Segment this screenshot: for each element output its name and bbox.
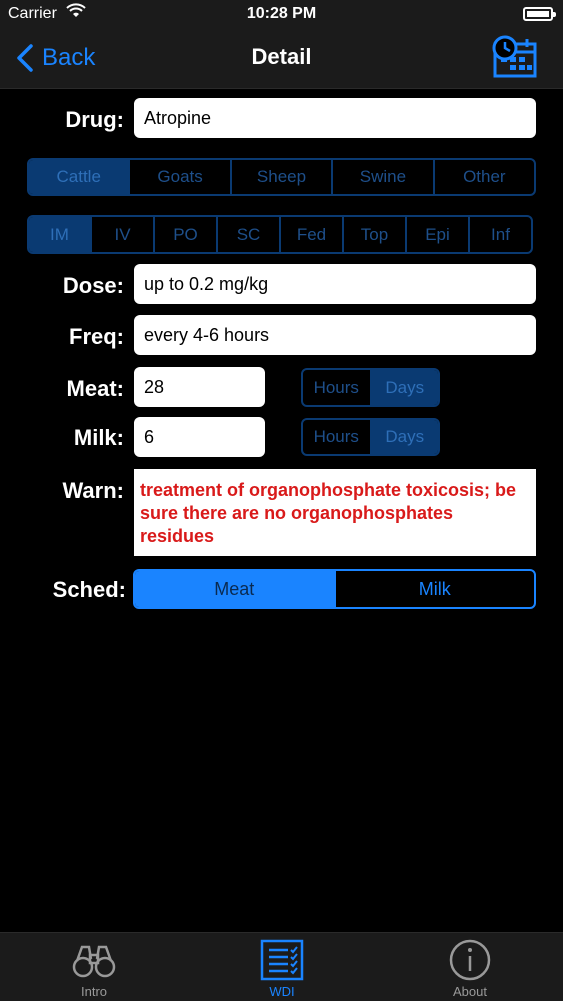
route-option-top[interactable]: Top	[342, 217, 405, 252]
navigation-bar: Back Detail	[0, 30, 563, 89]
milk-label: Milk:	[73, 425, 124, 450]
species-option-other[interactable]: Other	[432, 160, 534, 194]
tab-about[interactable]: About	[376, 933, 563, 1001]
species-option-swine[interactable]: Swine	[331, 160, 432, 194]
warn-label: Warn:	[62, 478, 124, 503]
meat-unit-option-days[interactable]: Days	[369, 370, 438, 405]
battery-icon	[523, 7, 556, 21]
milk-unit-segmented-control: Hours Days	[301, 418, 440, 456]
route-option-iv[interactable]: IV	[90, 217, 153, 252]
binoculars-icon	[72, 945, 116, 978]
sched-label: Sched:	[52, 577, 126, 602]
tab-about-label: About	[453, 984, 487, 999]
back-button[interactable]: Back	[14, 40, 95, 76]
status-bar: Carrier 10:28 PM	[0, 0, 563, 30]
species-option-goats[interactable]: Goats	[128, 160, 229, 194]
meat-withdrawal-field[interactable]	[134, 367, 265, 407]
tab-intro-label: Intro	[80, 984, 107, 999]
species-option-sheep[interactable]: Sheep	[229, 160, 331, 194]
freq-label: Freq:	[69, 324, 124, 349]
checklist-icon	[260, 939, 304, 981]
clock: 10:28 PM	[246, 5, 317, 22]
route-segmented-control: IM IV PO SC Fed Top Epi Inf	[27, 215, 533, 254]
drug-label: Drug:	[65, 107, 124, 132]
dose-label: Dose:	[62, 273, 124, 298]
tab-bar: Intro WDI About	[0, 932, 563, 1001]
route-option-po[interactable]: PO	[153, 217, 216, 252]
dose-field[interactable]	[134, 264, 536, 304]
info-icon	[449, 939, 491, 981]
milk-withdrawal-field[interactable]	[134, 417, 265, 457]
tab-intro[interactable]: Intro	[0, 933, 188, 1001]
route-option-epi[interactable]: Epi	[405, 217, 468, 252]
meat-unit-option-hours[interactable]: Hours	[303, 370, 370, 405]
route-option-sc[interactable]: SC	[216, 217, 279, 252]
schedule-segmented-control: Meat Milk	[133, 569, 536, 609]
meat-label: Meat:	[66, 376, 124, 401]
schedule-option-milk[interactable]: Milk	[333, 571, 535, 607]
route-option-inf[interactable]: Inf	[468, 217, 531, 252]
chevron-left-icon	[17, 44, 33, 72]
drug-field[interactable]	[134, 98, 536, 138]
tab-wdi[interactable]: WDI	[188, 933, 376, 1001]
route-option-im[interactable]: IM	[29, 217, 90, 252]
schedule-option-meat[interactable]: Meat	[135, 571, 334, 607]
calendar-clock-icon[interactable]	[491, 34, 539, 80]
route-option-fed[interactable]: Fed	[279, 217, 342, 252]
freq-field[interactable]	[134, 315, 536, 355]
back-label: Back	[42, 44, 96, 71]
milk-unit-option-days[interactable]: Days	[369, 420, 438, 454]
tab-wdi-label: WDI	[269, 984, 295, 999]
species-option-cattle[interactable]: Cattle	[29, 160, 129, 194]
meat-unit-segmented-control: Hours Days	[301, 368, 440, 407]
warning-text: treatment of organophosphate toxicosis; …	[134, 469, 536, 556]
milk-unit-option-hours[interactable]: Hours	[303, 420, 370, 454]
species-segmented-control: Cattle Goats Sheep Swine Other	[27, 158, 536, 196]
